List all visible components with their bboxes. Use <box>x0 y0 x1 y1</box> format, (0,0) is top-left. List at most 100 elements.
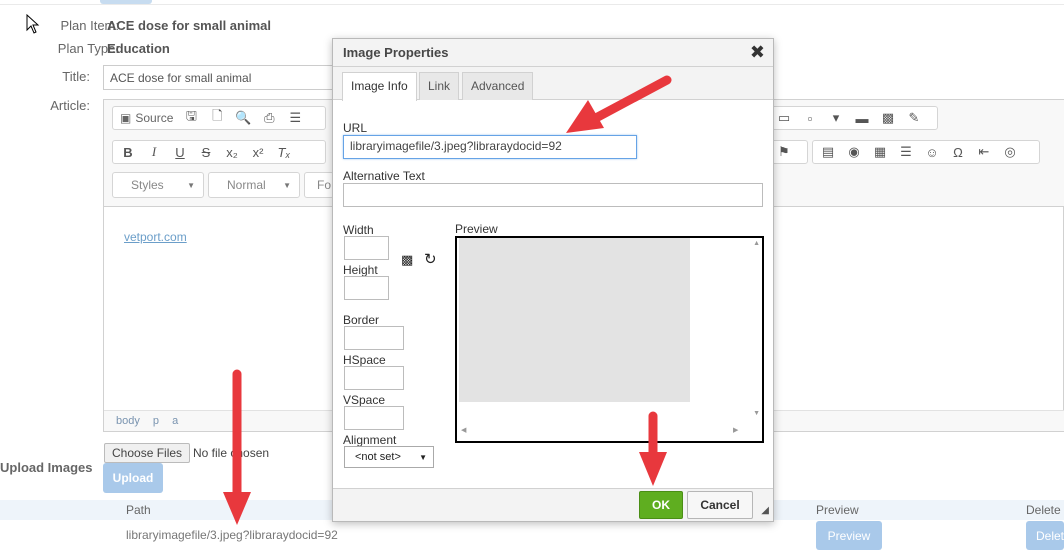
toolbar-group-basic-styles: B I U S x₂ x² Tₓ <box>112 140 326 164</box>
url-label: URL <box>343 121 368 135</box>
width-input[interactable] <box>344 236 389 260</box>
smiley-icon[interactable]: ☺ <box>920 142 944 162</box>
table-icon[interactable]: ▦ <box>868 142 892 162</box>
source-label: Source <box>135 111 174 125</box>
font-dropdown[interactable]: Fo <box>304 172 334 198</box>
scroll-up-icon[interactable]: ▲ <box>753 240 760 247</box>
top-divider <box>0 4 1064 5</box>
save-icon[interactable]: 🖫 <box>179 108 203 128</box>
vspace-input[interactable] <box>344 406 404 430</box>
hspace-label: HSpace <box>343 353 386 367</box>
bold-icon[interactable]: B <box>116 142 140 162</box>
choose-files-button[interactable]: Choose Files <box>104 443 191 463</box>
horizontal-rule-icon[interactable]: ☰ <box>894 142 918 162</box>
path-body[interactable]: body <box>116 415 140 427</box>
scroll-left-icon[interactable]: ◀ <box>461 426 466 434</box>
row-preview-button[interactable]: Preview <box>816 521 882 550</box>
content-link[interactable]: vetport.com <box>124 230 187 244</box>
reset-size-icon[interactable]: ↻ <box>424 250 437 268</box>
upload-button[interactable]: Upload <box>103 463 163 493</box>
styles-dropdown[interactable]: Styles ▼ <box>112 172 204 198</box>
row-delete-button[interactable]: Delete <box>1026 521 1064 550</box>
path-column-header: Path <box>126 503 151 517</box>
url-input[interactable]: libraryimagefile/3.jpeg?libraraydocid=92 <box>343 135 637 159</box>
format-dropdown[interactable]: Normal ▼ <box>208 172 300 198</box>
toolbar-group-insert: ▤ ◉ ▦ ☰ ☺ Ω ⇤ ◎ <box>812 140 1040 164</box>
ok-button[interactable]: OK <box>639 491 683 519</box>
preview-image-placeholder <box>459 238 690 402</box>
chevron-down-icon: ▼ <box>419 452 427 462</box>
hspace-input[interactable] <box>344 366 404 390</box>
anchor-flag-icon[interactable]: ⚑ <box>772 142 796 162</box>
button-icon[interactable]: ▬ <box>850 108 874 128</box>
font-label: Fo <box>317 178 332 192</box>
border-label: Border <box>343 313 380 327</box>
strikethrough-icon[interactable]: S <box>194 142 218 162</box>
no-file-text: No file chosen <box>193 446 270 460</box>
textfield-icon[interactable]: ▭ <box>772 108 796 128</box>
title-label: Title: <box>62 69 90 84</box>
toolbar-group-forms: ▭ ▫ ▾ ▬ ▩ ✎ <box>768 106 938 130</box>
page-break-icon[interactable]: ⇤ <box>972 142 996 162</box>
dialog-tabs: Image Info Link Advanced <box>333 67 773 101</box>
image-button-icon[interactable]: ▩ <box>876 108 900 128</box>
preview-label: Preview <box>455 222 498 236</box>
lock-ratio-icon[interactable]: ▩ <box>401 252 413 268</box>
new-page-icon[interactable]: 🗋 <box>205 108 229 128</box>
cancel-button[interactable]: Cancel <box>687 491 753 519</box>
flash-icon[interactable]: ◉ <box>842 142 866 162</box>
upload-images-label: Upload Images <box>0 460 93 475</box>
scroll-right-icon[interactable]: ▶ <box>733 426 738 434</box>
hidden-field-icon[interactable]: ✎ <box>902 108 926 128</box>
tab-link[interactable]: Link <box>419 72 460 100</box>
textarea-icon[interactable]: ▫ <box>798 108 822 128</box>
superscript-icon[interactable]: x² <box>246 142 270 162</box>
dialog-title[interactable]: Image Properties <box>333 39 773 67</box>
plan-type-label: Plan Type: <box>57 41 119 56</box>
title-input[interactable]: ACE dose for small animal <box>103 65 343 90</box>
path-p[interactable]: p <box>153 415 159 427</box>
remove-format-icon[interactable]: Tₓ <box>272 142 296 162</box>
alt-text-label: Alternative Text <box>343 169 425 183</box>
toolbar-group-document: ▣ Source 🖫 🗋 🔍 ⎙ ☰ <box>112 106 326 130</box>
delete-column-header: Delete <box>1026 503 1061 517</box>
width-label: Width <box>343 223 374 237</box>
alignment-label: Alignment <box>343 433 397 447</box>
special-char-icon[interactable]: Ω <box>946 142 970 162</box>
scroll-down-icon[interactable]: ▼ <box>753 410 760 417</box>
source-button[interactable]: ▣ Source <box>116 108 177 128</box>
templates-icon[interactable]: ☰ <box>283 108 307 128</box>
table-row-path: libraryimagefile/3.jpeg?libraraydocid=92 <box>126 528 338 542</box>
format-label: Normal <box>227 178 266 192</box>
image-properties-dialog: Image Properties ✖ Image Info Link Advan… <box>332 38 774 522</box>
vspace-label: VSpace <box>343 393 386 407</box>
image-icon[interactable]: ▤ <box>816 142 840 162</box>
plan-type-value: Education <box>107 41 170 56</box>
close-icon[interactable]: ✖ <box>750 42 765 63</box>
subscript-icon[interactable]: x₂ <box>220 142 244 162</box>
tab-image-info[interactable]: Image Info <box>342 72 417 101</box>
plan-item-label: Plan Item: <box>60 18 119 33</box>
styles-label: Styles <box>131 178 164 192</box>
preview-page-icon[interactable]: 🔍 <box>231 108 255 128</box>
iframe-globe-icon[interactable]: ◎ <box>998 142 1022 162</box>
toolbar-group-anchor: ⚑ <box>768 140 808 164</box>
dialog-footer: OK Cancel ◢ <box>333 488 773 521</box>
path-a[interactable]: a <box>172 415 178 427</box>
alignment-select[interactable]: <not set> ▼ <box>344 446 434 468</box>
alt-text-input[interactable] <box>343 183 763 207</box>
height-input[interactable] <box>344 276 389 300</box>
underline-icon[interactable]: U <box>168 142 192 162</box>
image-preview-box: ▲ ▼ ◀ ▶ <box>455 236 764 443</box>
plan-item-value: ACE dose for small animal <box>107 18 271 33</box>
tab-advanced[interactable]: Advanced <box>462 72 534 100</box>
italic-icon[interactable]: I <box>142 142 166 162</box>
print-icon[interactable]: ⎙ <box>257 108 281 128</box>
chevron-down-icon: ▼ <box>187 180 195 190</box>
resize-handle-icon[interactable]: ◢ <box>761 505 769 516</box>
source-icon: ▣ <box>120 111 132 125</box>
height-label: Height <box>343 263 378 277</box>
article-label: Article: <box>50 98 90 113</box>
border-input[interactable] <box>344 326 404 350</box>
select-icon[interactable]: ▾ <box>824 108 848 128</box>
